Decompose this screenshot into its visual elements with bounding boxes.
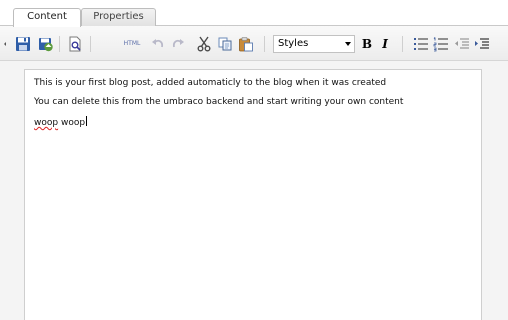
toolbar-separator	[90, 36, 91, 52]
bold-button[interactable]: B	[360, 35, 374, 53]
redo-icon[interactable]	[170, 36, 186, 52]
editor-area: This is your first blog post, added auto…	[0, 61, 508, 320]
editor-paragraph: woop woop	[34, 116, 472, 129]
misspelled-word[interactable]: woop	[34, 118, 58, 128]
save-icon[interactable]	[15, 36, 31, 52]
umbraco-content-editor: Content Properties HTML Styles B I This …	[0, 0, 508, 320]
toolbar-separator	[264, 36, 265, 52]
html-source-button[interactable]: HTML	[122, 39, 142, 49]
undo-icon[interactable]	[150, 36, 166, 52]
chevron-down-icon	[345, 42, 351, 46]
toolbar-separator	[59, 36, 60, 52]
editor-paragraph: You can delete this from the umbraco bac…	[34, 97, 404, 107]
toolbar-separator	[402, 36, 403, 52]
paste-icon[interactable]	[238, 36, 254, 52]
tab-content[interactable]: Content	[13, 8, 81, 27]
text-caret	[86, 116, 88, 126]
tab-bar: Content Properties	[0, 0, 508, 27]
editor-toolbar: HTML Styles B I	[0, 26, 508, 61]
tab-properties[interactable]: Properties	[81, 8, 156, 26]
editor-text: woop	[58, 118, 86, 128]
rich-text-editor[interactable]: This is your first blog post, added auto…	[24, 69, 482, 320]
preview-icon[interactable]	[67, 36, 83, 52]
copy-icon[interactable]	[217, 36, 233, 52]
styles-dropdown-value: Styles	[278, 38, 309, 49]
save-and-publish-icon[interactable]	[37, 36, 53, 52]
toolbar-handle-icon[interactable]	[3, 36, 9, 52]
styles-dropdown[interactable]: Styles	[273, 35, 355, 53]
italic-button[interactable]: I	[378, 35, 392, 53]
cut-icon[interactable]	[196, 36, 212, 52]
bullet-list-icon[interactable]	[413, 36, 429, 52]
indent-icon[interactable]	[474, 36, 490, 52]
outdent-icon[interactable]	[454, 36, 470, 52]
editor-paragraph: This is your first blog post, added auto…	[34, 78, 387, 88]
numbered-list-icon[interactable]	[433, 36, 449, 52]
